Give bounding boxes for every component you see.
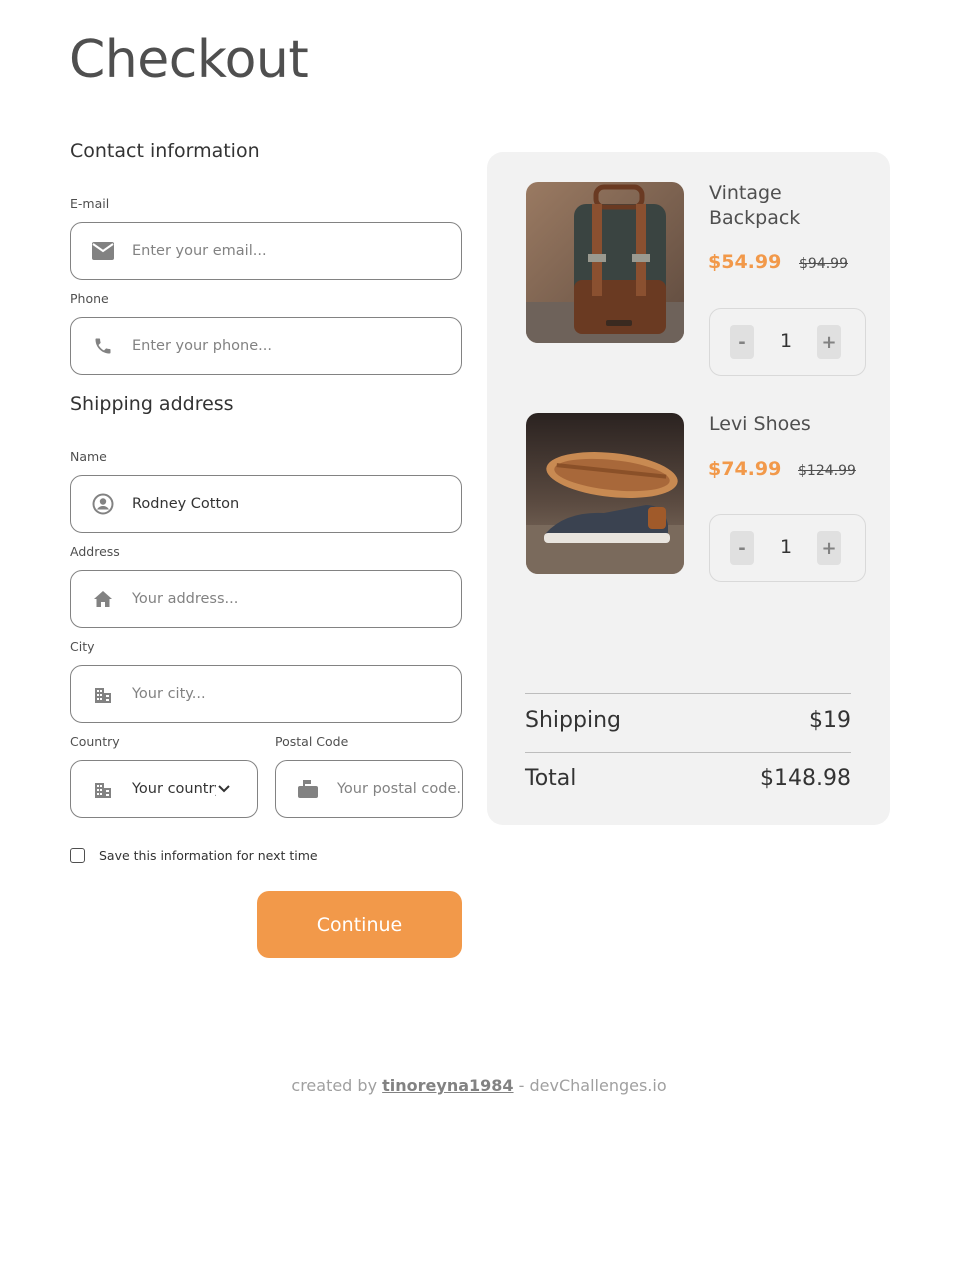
continue-button[interactable]: Continue bbox=[257, 891, 462, 958]
mailbox-icon bbox=[296, 777, 320, 801]
decrease-quantity-button[interactable]: - bbox=[730, 531, 754, 565]
cart-panel: Vintage Backpack $54.99 $94.99 - 1 + Lev… bbox=[487, 152, 890, 825]
save-info-checkbox[interactable] bbox=[70, 848, 85, 863]
footer: created by tinoreyna1984 - devChallenges… bbox=[0, 1076, 958, 1095]
divider bbox=[525, 693, 851, 694]
product-old-price: $94.99 bbox=[799, 256, 848, 272]
phone-label: Phone bbox=[70, 291, 109, 306]
phone-input[interactable] bbox=[132, 338, 461, 354]
shipping-label: Shipping bbox=[525, 708, 621, 733]
city-icon bbox=[91, 777, 115, 801]
total-label: Total bbox=[525, 766, 577, 791]
backpack-image bbox=[526, 182, 684, 343]
quantity-stepper: - 1 + bbox=[709, 514, 866, 582]
city-icon bbox=[91, 682, 115, 706]
product-price: $54.99 bbox=[708, 251, 782, 273]
shipping-value: $19 bbox=[809, 708, 851, 733]
product-name: Vintage Backpack bbox=[709, 182, 801, 229]
product-price: $74.99 bbox=[708, 458, 782, 480]
address-label: Address bbox=[70, 544, 120, 559]
postal-field[interactable] bbox=[275, 760, 463, 818]
save-info-label: Save this information for next time bbox=[99, 848, 318, 863]
country-label: Country bbox=[70, 734, 120, 749]
country-select-value: Your country bbox=[132, 781, 216, 797]
name-label: Name bbox=[70, 449, 107, 464]
city-field[interactable] bbox=[70, 665, 462, 723]
total-value: $148.98 bbox=[760, 766, 851, 791]
city-label: City bbox=[70, 639, 95, 654]
product-old-price: $124.99 bbox=[798, 463, 856, 479]
country-select[interactable]: Your country bbox=[70, 760, 258, 818]
email-field[interactable] bbox=[70, 222, 462, 280]
city-input[interactable] bbox=[132, 686, 461, 702]
footer-prefix: created by bbox=[291, 1076, 383, 1095]
save-info-row[interactable]: Save this information for next time bbox=[70, 848, 318, 863]
author-link[interactable]: tinoreyna1984 bbox=[382, 1076, 513, 1095]
chevron-down-icon bbox=[218, 785, 230, 793]
postal-input[interactable] bbox=[337, 781, 462, 797]
increase-quantity-button[interactable]: + bbox=[817, 531, 841, 565]
address-input[interactable] bbox=[132, 591, 461, 607]
name-input[interactable] bbox=[132, 496, 461, 512]
shipping-section-title: Shipping address bbox=[70, 393, 234, 415]
user-circle-icon bbox=[91, 492, 115, 516]
quantity-stepper: - 1 + bbox=[709, 308, 866, 376]
quantity-value: 1 bbox=[779, 330, 793, 352]
page-title: Checkout bbox=[69, 30, 309, 90]
email-input[interactable] bbox=[132, 243, 461, 259]
postal-label: Postal Code bbox=[275, 734, 349, 749]
contact-section-title: Contact information bbox=[70, 140, 260, 162]
quantity-value: 1 bbox=[779, 536, 793, 558]
email-label: E-mail bbox=[70, 196, 110, 211]
home-icon bbox=[91, 587, 115, 611]
name-field[interactable] bbox=[70, 475, 462, 533]
shoes-image bbox=[526, 413, 684, 574]
decrease-quantity-button[interactable]: - bbox=[730, 325, 754, 359]
phone-icon bbox=[91, 334, 115, 358]
email-icon bbox=[91, 239, 115, 263]
divider bbox=[525, 752, 851, 753]
increase-quantity-button[interactable]: + bbox=[817, 325, 841, 359]
product-name: Levi Shoes bbox=[709, 413, 811, 435]
footer-suffix: - devChallenges.io bbox=[513, 1076, 667, 1095]
address-field[interactable] bbox=[70, 570, 462, 628]
phone-field[interactable] bbox=[70, 317, 462, 375]
